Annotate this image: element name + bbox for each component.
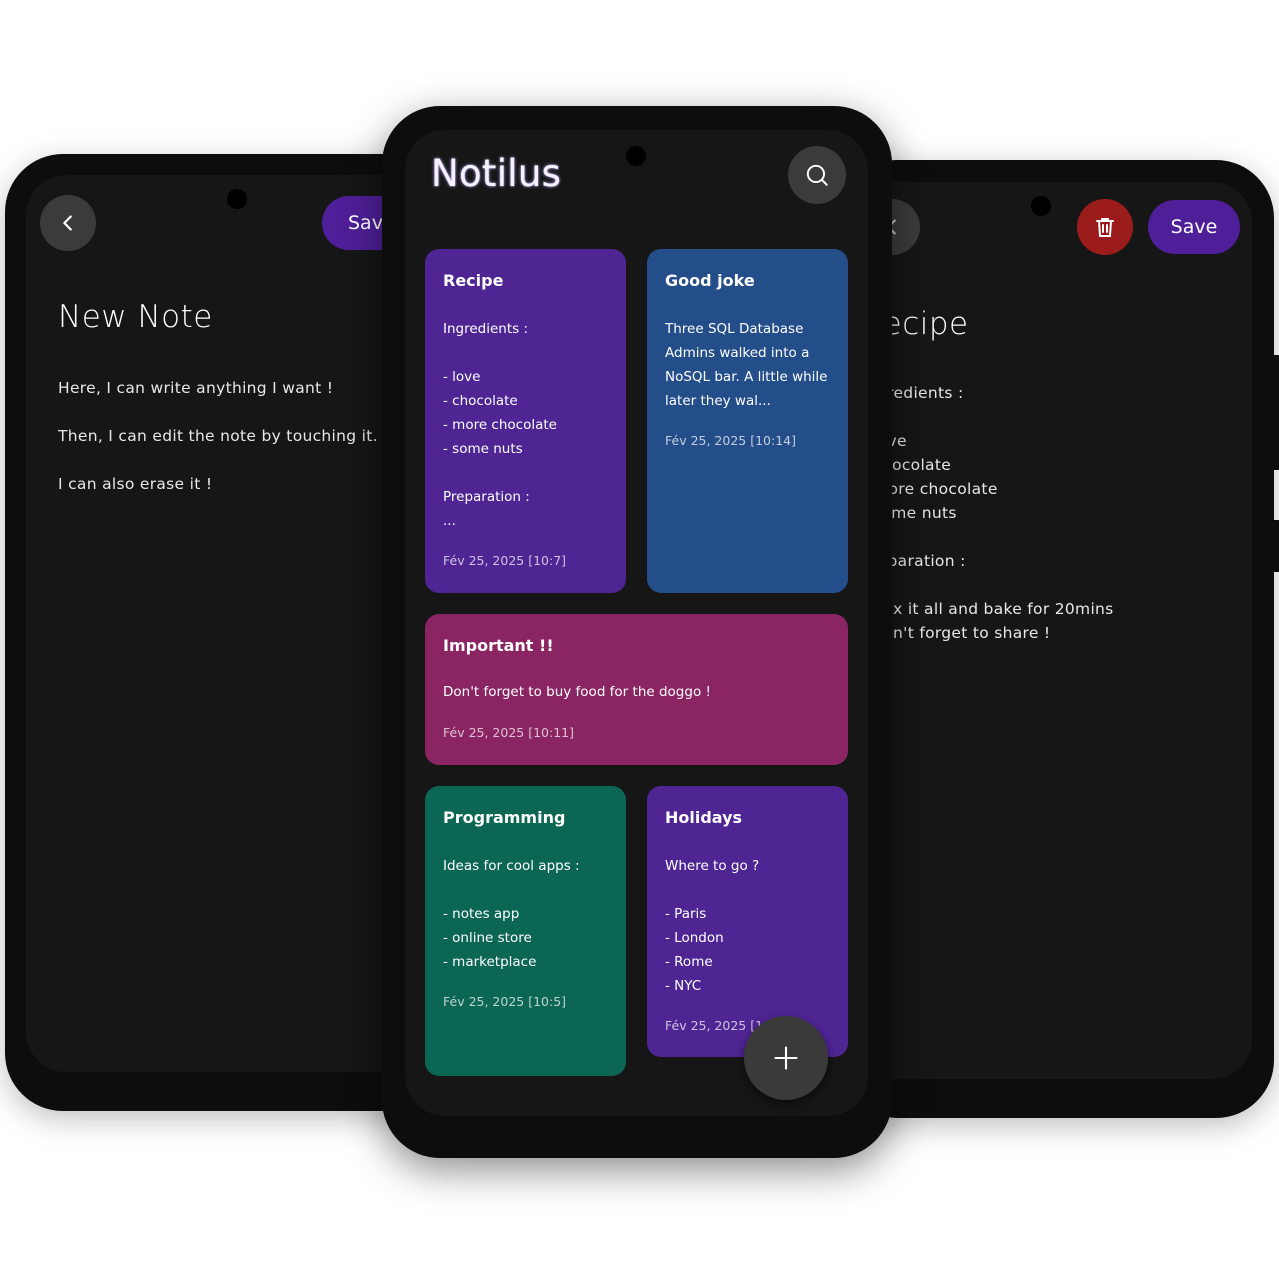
note-body-input[interactable]: Here, I can write anything I want ! Then… bbox=[58, 376, 378, 496]
note-date: Fév 25, 2025 [1 bbox=[665, 1018, 764, 1033]
note-title: Holidays bbox=[665, 808, 743, 827]
front-camera bbox=[227, 189, 247, 209]
volume-button bbox=[1274, 355, 1279, 470]
note-preview: Where to go ? - Paris - London - Rome - … bbox=[665, 858, 760, 994]
notes-list-screen: Notilus Recipe Ingredients : - love - ch… bbox=[405, 130, 868, 1116]
center-phone: Notilus Recipe Ingredients : - love - ch… bbox=[382, 106, 892, 1158]
app-title: Notilus bbox=[431, 152, 562, 195]
search-icon bbox=[806, 164, 828, 186]
note-title: Recipe bbox=[443, 271, 504, 290]
right-phone: Save Recipe Ingredients : - love - choco… bbox=[840, 160, 1279, 1118]
note-editor: Recipe Ingredients : - love - chocolate … bbox=[840, 182, 1244, 1079]
note-card-holidays[interactable]: Holidays Where to go ? - Paris - London … bbox=[647, 786, 848, 1057]
note-date: Fév 25, 2025 [10:7] bbox=[443, 553, 567, 568]
back-button[interactable] bbox=[40, 195, 96, 251]
note-card-important[interactable]: Important !! Don't forget to buy food fo… bbox=[425, 614, 848, 765]
plus-icon bbox=[774, 1046, 798, 1070]
power-button bbox=[1274, 520, 1279, 572]
note-card-recipe[interactable]: Recipe Ingredients : - love - chocolate … bbox=[425, 249, 626, 593]
note-preview: Three SQL Database Admins walked into a … bbox=[665, 321, 828, 409]
note-title-input[interactable]: New Note bbox=[58, 299, 213, 335]
note-date: Fév 25, 2025 [10:5] bbox=[443, 994, 567, 1009]
note-preview: Ingredients : - love - chocolate - more … bbox=[443, 321, 557, 529]
note-card-programming[interactable]: Programming Ideas for cool apps : - note… bbox=[425, 786, 626, 1076]
note-date: Fév 25, 2025 [10:14] bbox=[665, 433, 796, 448]
note-title: Programming bbox=[443, 808, 566, 827]
chevron-left-icon bbox=[63, 215, 72, 231]
note-date: Fév 25, 2025 [10:11] bbox=[443, 725, 574, 740]
add-note-button[interactable] bbox=[744, 1016, 828, 1100]
edit-note-screen: Save Recipe Ingredients : - love - choco… bbox=[840, 182, 1252, 1079]
note-title: Important !! bbox=[443, 636, 554, 655]
note-preview: Ideas for cool apps : - notes app - onli… bbox=[443, 858, 580, 970]
note-title: Good joke bbox=[665, 271, 755, 290]
front-camera bbox=[626, 146, 646, 166]
left-phone: Save New Note Here, I can write anything… bbox=[5, 154, 446, 1111]
note-card-good-joke[interactable]: Good joke Three SQL Database Admins walk… bbox=[647, 249, 848, 593]
note-preview: Don't forget to buy food for the doggo ! bbox=[443, 684, 711, 700]
search-button[interactable] bbox=[788, 146, 846, 204]
note-body-input[interactable]: Ingredients : - love - chocolate - more … bbox=[862, 381, 1114, 645]
